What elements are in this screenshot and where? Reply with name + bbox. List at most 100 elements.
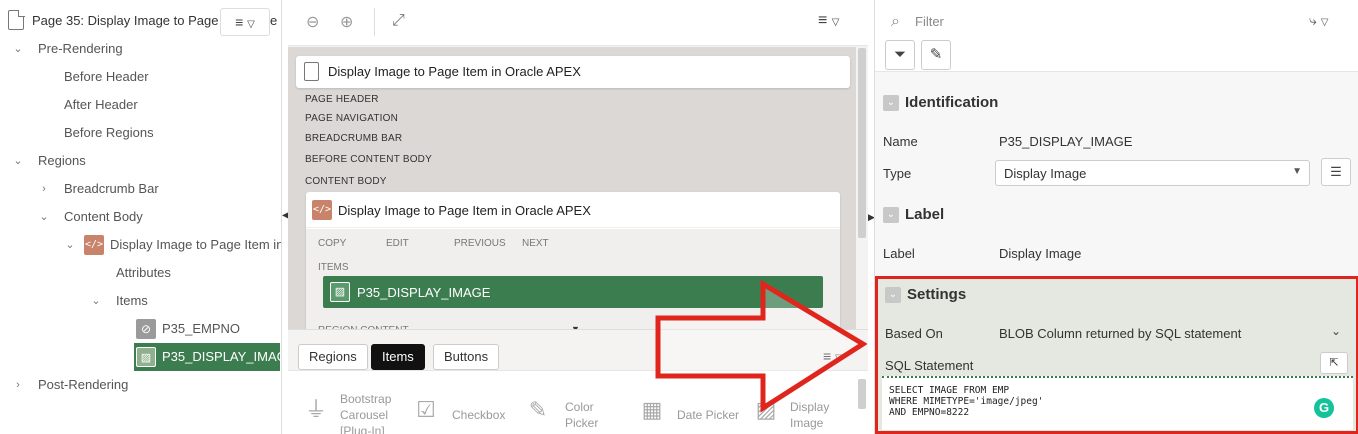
- position-page-navigation[interactable]: PAGE NAVIGATION: [305, 113, 398, 124]
- tree-node-label: Items: [116, 293, 148, 308]
- gallery-item-label: Picker: [565, 416, 599, 430]
- gallery-item-label: Carousel: [340, 408, 389, 422]
- tree-node-label: Before Regions: [64, 125, 154, 140]
- hamburger-icon: ≡: [235, 14, 244, 30]
- tree-node-attributes[interactable]: Attributes: [116, 259, 171, 287]
- tree-menu-button[interactable]: ≡ ▽: [220, 8, 270, 36]
- slot-next[interactable]: NEXT: [522, 238, 549, 249]
- position-page-header[interactable]: PAGE HEADER: [305, 94, 379, 105]
- slot-copy[interactable]: COPY: [318, 238, 346, 249]
- page-title[interactable]: Page 35: Display Image to Page Item: [32, 13, 222, 28]
- search-icon: ⌕: [891, 13, 900, 30]
- filter-input[interactable]: ⌕ Filter: [883, 8, 1273, 36]
- chevron-down-icon[interactable]: ⌄: [38, 203, 50, 231]
- chevron-down-icon[interactable]: ⌄: [90, 287, 102, 315]
- slot-edit[interactable]: EDIT: [386, 238, 409, 249]
- tree-node-label: Before Header: [64, 69, 149, 84]
- collapse-chevron-icon[interactable]: ⌄: [885, 287, 901, 303]
- funnel-icon: ⏷: [893, 46, 906, 63]
- section-identification[interactable]: ⌄ Identification: [875, 88, 1358, 118]
- tree-node-p35-empno[interactable]: ⊘ P35_EMPNO: [136, 315, 240, 343]
- gallery-menu-icon[interactable]: ≡ ▽: [823, 348, 843, 364]
- zoom-out-icon[interactable]: ⊖: [306, 12, 319, 32]
- position-content-body[interactable]: CONTENT BODY: [305, 176, 387, 187]
- chevron-right-icon[interactable]: ›: [12, 371, 24, 399]
- tab-regions[interactable]: Regions: [298, 344, 368, 370]
- type-select[interactable]: Display Image ▼: [995, 160, 1310, 186]
- gallery-item-checkbox[interactable]: ☑ Checkbox: [412, 371, 512, 434]
- chevron-down-icon: ▼: [1292, 166, 1302, 177]
- prop-label: SQL Statement: [885, 358, 974, 373]
- tree-node-before-regions[interactable]: Before Regions: [64, 119, 154, 147]
- item-p35-display-image[interactable]: ▨ P35_DISPLAY_IMAGE: [323, 276, 823, 308]
- hidden-item-icon: ⊘: [136, 318, 156, 339]
- page-card[interactable]: Display Image to Page Item in Oracle APE…: [296, 56, 850, 88]
- region-code-icon: </>: [84, 234, 104, 255]
- prop-label-text: Label Display Image: [875, 238, 1358, 270]
- tree-node-label: Content Body: [64, 209, 143, 224]
- gallery-tabs: Regions Items Buttons ≡ ▽: [288, 329, 868, 370]
- tree-node-label: P35_DISPLAY_IMAGE: [162, 349, 281, 364]
- region-card[interactable]: </> Display Image to Page Item in Oracle…: [306, 192, 840, 336]
- open-code-editor-button[interactable]: ⇱: [1320, 352, 1348, 374]
- tree-node-label: Pre-Rendering: [38, 41, 123, 56]
- filter-placeholder: Filter: [915, 14, 944, 29]
- page-tree-pane: Page 35: Display Image to Page Item ≡ ▽ …: [0, 0, 282, 434]
- expand-icon: ⇱: [1329, 357, 1339, 369]
- sql-statement-editor[interactable]: SELECT IMAGE FROM EMP WHERE MIMETYPE='im…: [882, 376, 1353, 430]
- region-header: </> Display Image to Page Item in Oracle…: [306, 192, 840, 228]
- gallery-item-label: [Plug-In]: [340, 424, 385, 434]
- collapse-chevron-icon[interactable]: ⌄: [883, 207, 899, 223]
- tree-node-label: Breadcrumb Bar: [64, 181, 159, 196]
- chevron-right-icon[interactable]: ›: [38, 175, 50, 203]
- page-card-title: Display Image to Page Item in Oracle APE…: [328, 64, 581, 79]
- type-list-button[interactable]: ☰: [1321, 158, 1351, 186]
- page-tree-header: Page 35: Display Image to Page Item ≡ ▽ …: [0, 0, 281, 40]
- gallery-item-bootstrap-carousel[interactable]: ⏚ Bootstrap Carousel [Plug-In]: [298, 371, 398, 434]
- expand-icon[interactable]: ⤢: [392, 12, 405, 30]
- slot-items[interactable]: ITEMS: [318, 262, 349, 273]
- gallery-item-label: Date Picker: [677, 408, 740, 422]
- property-editor-pane: ⌕ Filter ⤷ ▽ ⏷ ✎ ⌄ Identification Name P…: [874, 0, 1358, 434]
- label-field[interactable]: Display Image: [999, 246, 1081, 261]
- image-item-icon: ▨: [136, 346, 156, 367]
- gallery-item-label: Color: [565, 400, 594, 414]
- chevron-down-icon[interactable]: ⌄: [12, 147, 24, 175]
- layout-canvas: Display Image to Page Item in Oracle APE…: [288, 47, 856, 336]
- layout-menu-icon[interactable]: ≡ ▽: [818, 12, 839, 30]
- tree-node-before-header[interactable]: Before Header: [64, 63, 149, 91]
- gallery-item-display-image[interactable]: ▨ Display Image: [750, 371, 850, 434]
- image-item-icon: ▨: [330, 282, 350, 302]
- gallery-item-color-picker[interactable]: ✎ Color Picker: [524, 371, 624, 434]
- section-settings[interactable]: ⌄ Settings: [877, 280, 1358, 310]
- property-toolbar: ⏷ ✎: [875, 36, 1358, 72]
- layout-scrollbar[interactable]: [858, 48, 866, 238]
- collapse-chevron-icon[interactable]: ⌄: [883, 95, 899, 111]
- filter-funnel-button[interactable]: ⏷: [885, 40, 915, 70]
- chevron-down-icon[interactable]: ⌄: [12, 35, 24, 63]
- slot-previous[interactable]: PREVIOUS: [454, 238, 506, 249]
- chevron-down-icon[interactable]: ⌄: [64, 231, 76, 259]
- section-title: Settings: [907, 286, 967, 303]
- position-before-content-body[interactable]: BEFORE CONTENT BODY: [305, 154, 432, 165]
- grammarly-icon[interactable]: G: [1314, 398, 1334, 418]
- section-label[interactable]: ⌄ Label: [875, 200, 1358, 230]
- prop-label: Name: [883, 134, 918, 149]
- name-field[interactable]: P35_DISPLAY_IMAGE: [999, 134, 1132, 149]
- gallery-item-date-picker[interactable]: ▦ Date Picker: [638, 371, 748, 434]
- edit-button[interactable]: ✎: [921, 40, 951, 70]
- tree-node-after-header[interactable]: After Header: [64, 91, 138, 119]
- tree-node-p35-display-image[interactable]: ▨ P35_DISPLAY_IMAGE: [134, 343, 281, 371]
- tab-items[interactable]: Items: [371, 344, 425, 370]
- gallery-item-label: Bootstrap: [340, 392, 392, 406]
- zoom-in-icon[interactable]: ⊕: [340, 12, 353, 32]
- based-on-select[interactable]: BLOB Column returned by SQL statement: [999, 326, 1241, 341]
- tree-node-region[interactable]: ⌄ </> Display Image to Page Item in C: [0, 231, 281, 259]
- gallery-scrollbar[interactable]: [858, 379, 866, 409]
- calendar-icon: ▦: [641, 397, 663, 422]
- go-to-group-icon[interactable]: ⤷ ▽: [1309, 12, 1328, 29]
- position-breadcrumb-bar[interactable]: BREADCRUMB BAR: [305, 133, 402, 144]
- chevron-down-icon[interactable]: ⌄: [1331, 324, 1341, 338]
- tab-buttons[interactable]: Buttons: [433, 344, 500, 370]
- region-code-icon: </>: [312, 200, 332, 220]
